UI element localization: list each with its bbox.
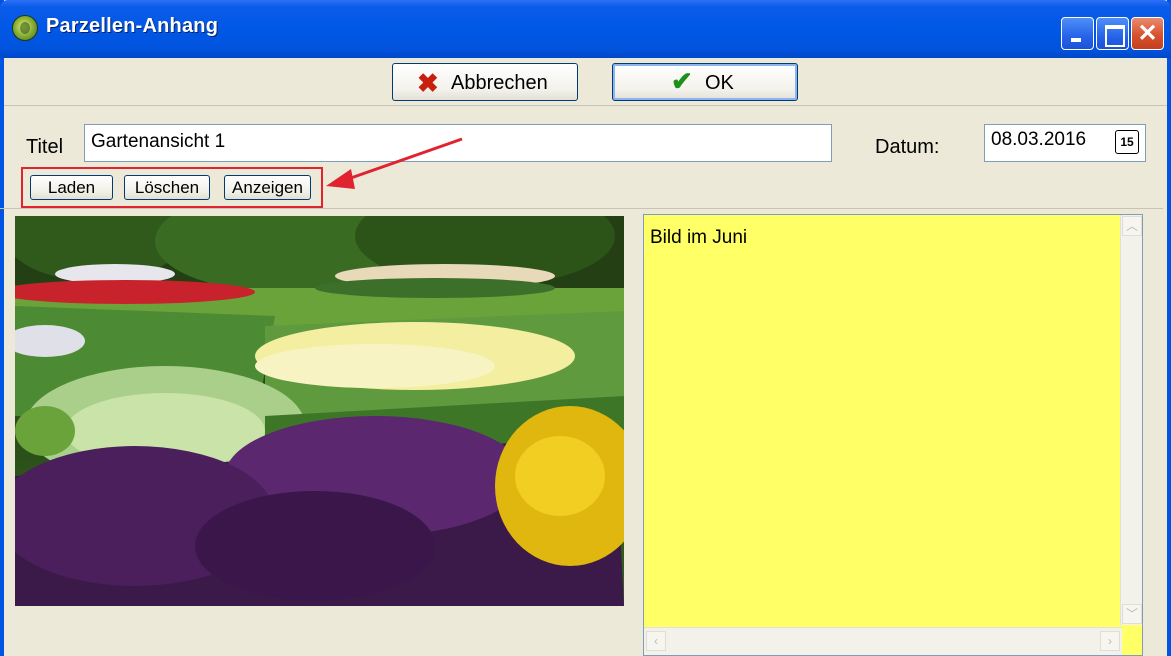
- scroll-left-icon[interactable]: ‹: [646, 631, 666, 651]
- vertical-scrollbar[interactable]: ︿ ﹀: [1120, 215, 1142, 625]
- titel-label: Titel: [26, 136, 64, 158]
- scroll-up-icon[interactable]: ︿: [1122, 216, 1142, 236]
- scroll-down-icon[interactable]: ﹀: [1122, 604, 1142, 624]
- calendar-icon[interactable]: 15: [1115, 130, 1139, 154]
- ok-button-label: OK: [705, 72, 734, 94]
- notes-textarea[interactable]: Bild im Juni ︿ ﹀ ‹ ›: [643, 214, 1143, 656]
- scroll-right-icon[interactable]: ›: [1100, 631, 1120, 651]
- app-logo-icon: [12, 15, 38, 41]
- close-button[interactable]: ✕: [1131, 17, 1164, 50]
- title-bar[interactable]: Parzellen-Anhang ✕: [0, 0, 1171, 58]
- separator: [0, 208, 1163, 209]
- close-icon: ✕: [1137, 20, 1158, 47]
- toolbar: ✖ Abbrechen ✔ OK: [4, 58, 1167, 106]
- red-x-icon: ✖: [417, 68, 439, 98]
- annotation-highlight-box: [21, 167, 323, 208]
- horizontal-scrollbar[interactable]: ‹ ›: [644, 627, 1122, 655]
- garden-photo: [15, 216, 624, 606]
- window-title: Parzellen-Anhang: [46, 15, 219, 37]
- maximize-button[interactable]: [1096, 17, 1129, 50]
- cancel-button[interactable]: ✖ Abbrechen: [392, 63, 578, 101]
- notes-text: Bild im Juni: [650, 227, 748, 248]
- garden-photo-image: [15, 216, 624, 606]
- datum-label: Datum:: [875, 136, 940, 158]
- ok-button[interactable]: ✔ OK: [612, 63, 798, 101]
- cancel-button-label: Abbrechen: [451, 72, 548, 94]
- checkmark-icon: ✔: [671, 66, 693, 96]
- minimize-button[interactable]: [1061, 17, 1094, 50]
- titel-input[interactable]: Gartenansicht 1: [84, 124, 832, 162]
